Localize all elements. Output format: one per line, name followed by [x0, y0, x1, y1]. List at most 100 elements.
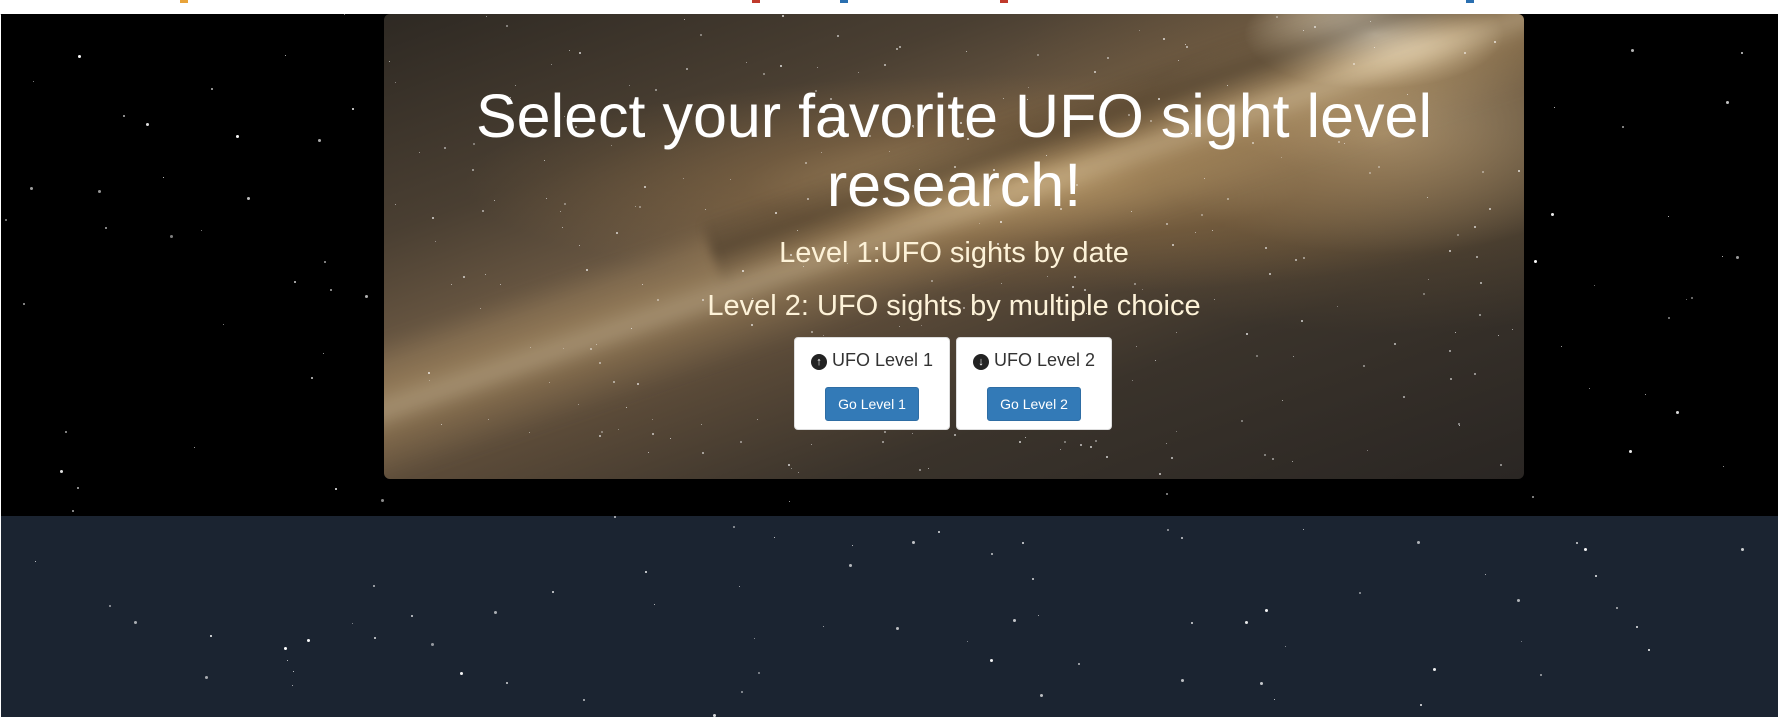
star: [1282, 400, 1283, 401]
level-2-description: Level 2: UFO sights by multiple choice: [707, 290, 1201, 322]
star: [1353, 63, 1355, 65]
star: [811, 444, 812, 445]
star: [1132, 380, 1133, 381]
star: [1139, 30, 1140, 31]
star: [389, 61, 390, 62]
star: [1474, 226, 1476, 228]
star: [1303, 30, 1304, 31]
star: [1521, 641, 1522, 642]
star: [5, 219, 7, 221]
star: [1025, 437, 1026, 438]
star: [1080, 444, 1082, 446]
strip-mark: [1000, 0, 1008, 3]
star: [751, 324, 753, 326]
star: [931, 280, 933, 282]
star: [352, 108, 354, 110]
star: [30, 187, 33, 190]
circle-arrow-down-icon: ↓: [972, 354, 989, 370]
star: [1191, 622, 1193, 624]
star: [373, 585, 375, 587]
star: [739, 586, 740, 587]
star: [849, 564, 852, 567]
star: [563, 348, 564, 349]
star: [374, 637, 376, 639]
star: [1246, 333, 1248, 335]
star: [1595, 575, 1597, 577]
star: [686, 68, 688, 70]
star: [1741, 548, 1744, 551]
star: [1498, 335, 1499, 336]
star: [1022, 542, 1024, 544]
star: [146, 123, 149, 126]
star: [1394, 343, 1396, 345]
star: [1594, 285, 1595, 286]
star: [1485, 574, 1486, 575]
star: [1074, 276, 1076, 278]
star: [307, 639, 310, 642]
star: [247, 197, 250, 200]
star: [614, 516, 616, 518]
star: [1185, 44, 1186, 45]
star: [938, 531, 940, 533]
star: [1648, 649, 1650, 651]
star: [702, 452, 704, 454]
star: [616, 232, 618, 234]
star: [979, 223, 980, 224]
star: [1038, 615, 1039, 616]
star: [488, 419, 489, 420]
star: [506, 25, 508, 27]
star: [1584, 548, 1587, 551]
star: [105, 227, 107, 229]
star: [1428, 279, 1429, 280]
star: [954, 434, 956, 436]
star: [742, 270, 744, 272]
star: [1094, 71, 1096, 73]
star: [163, 177, 164, 178]
star: [1171, 457, 1173, 459]
strip-mark: [1466, 0, 1474, 3]
star: [1186, 46, 1188, 48]
star: [788, 464, 790, 466]
level-1-card-title: ↑ UFO Level 1: [795, 350, 949, 371]
go-level-2-button[interactable]: Go Level 2: [987, 387, 1081, 421]
star: [1032, 578, 1034, 580]
star: [494, 611, 497, 614]
star: [1474, 373, 1476, 375]
page-title: Select your favorite UFO sight level res…: [475, 82, 1433, 219]
star: [1668, 216, 1669, 217]
star: [323, 353, 324, 354]
star: [431, 643, 434, 646]
star: [670, 438, 671, 439]
star: [626, 407, 627, 408]
star: [1107, 57, 1109, 59]
star: [1589, 388, 1590, 389]
star: [1176, 431, 1177, 432]
star: [530, 347, 531, 348]
star: [1726, 101, 1729, 104]
strip-mark: [840, 0, 848, 3]
star: [1736, 256, 1739, 259]
star: [1090, 446, 1092, 448]
star: [967, 641, 968, 642]
star: [797, 230, 798, 231]
star: [899, 326, 900, 327]
star: [549, 382, 550, 383]
star: [552, 591, 554, 593]
star: [429, 380, 430, 381]
star: [896, 627, 899, 630]
star: [1551, 213, 1554, 216]
star: [774, 537, 775, 538]
star: [500, 284, 501, 285]
star: [596, 344, 597, 345]
star: [529, 432, 530, 433]
star: [578, 404, 579, 405]
level-1-description: Level 1:UFO sights by date: [779, 237, 1129, 269]
star: [912, 433, 913, 434]
go-level-1-button[interactable]: Go Level 1: [825, 387, 919, 421]
star: [352, 623, 353, 624]
star: [292, 685, 293, 686]
star: [757, 419, 758, 420]
star: [613, 381, 615, 383]
star: [1622, 126, 1624, 128]
star: [1645, 394, 1646, 395]
